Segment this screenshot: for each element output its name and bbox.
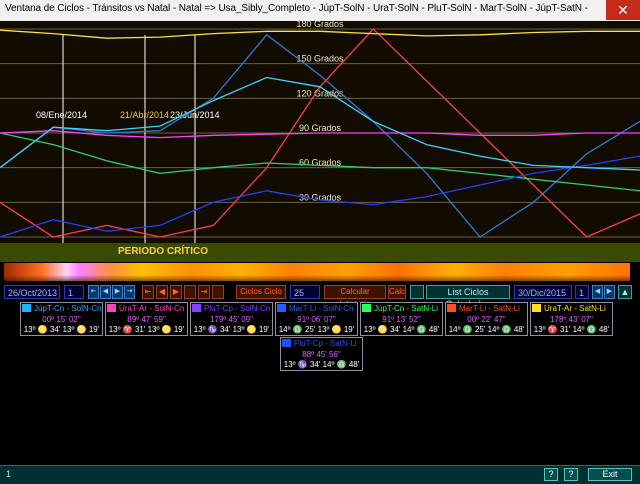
- aspect-card[interactable]: JúpT-Cn - SolN-Cn 00º 15' 02" 13º ♋ 34' 13…: [20, 302, 103, 336]
- critical-period-bar: PERIODO CRÍTICO: [0, 243, 640, 262]
- exit-button[interactable]: Exit: [588, 468, 632, 481]
- play-next-button[interactable]: ▶: [170, 285, 182, 299]
- aspect-degree: 00º 22' 47": [467, 315, 506, 324]
- series-line: [0, 33, 640, 238]
- aspect-card-header: MarT-Li - SatN-Li: [447, 304, 526, 314]
- days-field[interactable]: 25: [290, 285, 320, 299]
- ciclos-button[interactable]: Ciclos Ciclo: [236, 285, 286, 299]
- aspect-name: JúpT-Cn - SolN-Cn: [34, 304, 102, 313]
- aspect-positions: 13º ♋ 34' 14º ♎ 48': [363, 325, 440, 334]
- date-marker-label: 21/Abr/2014: [120, 110, 169, 120]
- aspect-name: PluT-Cp - SolN-Cn: [204, 304, 271, 313]
- help-button-2[interactable]: ?: [564, 468, 578, 481]
- help-button-1[interactable]: ?: [544, 468, 558, 481]
- end-prev-button[interactable]: ◀: [592, 285, 603, 299]
- aspect-color-swatch: [192, 304, 201, 312]
- title-bar: Ventana de Ciclos - Tránsitos vs Natal -…: [0, 0, 640, 22]
- aspect-positions: 13º ♈ 31' 13º ♋ 19': [108, 325, 185, 334]
- aspect-name: UraT-Ar - SolN-Cn: [119, 304, 185, 313]
- aspect-card-header: PluT-Cp - SolN-Cn: [192, 304, 271, 314]
- aspect-degree: 89º 47' 59": [127, 315, 166, 324]
- aspect-name: JúpT-Cn - SatN-Li: [374, 304, 439, 313]
- aspect-positions: 13º ♑ 34' 13º ♋ 19': [193, 325, 270, 334]
- aspect-card-header: UraT-Ar - SatN-Li: [532, 304, 611, 314]
- aspect-card[interactable]: JúpT-Cn - SatN-Li 91º 13' 52" 13º ♋ 34' 14…: [360, 302, 443, 336]
- aspect-color-swatch: [532, 304, 541, 312]
- end-date-field[interactable]: 30/Dic/2015: [514, 285, 572, 299]
- aspect-card-header: JúpT-Cn - SolN-Cn: [22, 304, 102, 314]
- aspect-card[interactable]: UraT-Ar - SatN-Li 178º 43' 07" 13º ♈ 31' 1…: [530, 302, 613, 336]
- aspect-card-header: JúpT-Cn - SatN-Li: [362, 304, 441, 314]
- aspect-name: UraT-Ar - SatN-Li: [544, 304, 606, 313]
- end-next-button[interactable]: ▶: [604, 285, 615, 299]
- aspect-card[interactable]: MarT-Li - SatN-Li 00º 22' 47" 14º ♎ 25' 14…: [445, 302, 528, 336]
- up-arrow-button[interactable]: ▲: [618, 285, 632, 299]
- aspect-positions: 14º ♎ 25' 14º ♎ 48': [448, 325, 525, 334]
- aspect-positions: 13º ♋ 34' 13º ♋ 19': [23, 325, 100, 334]
- status-text: 1: [6, 469, 12, 479]
- play-end-button[interactable]: [212, 285, 224, 299]
- list-calculated-cycles-button[interactable]: List Ciclos Calculados: [426, 285, 510, 309]
- aspect-card-header: PluT-Cp - SatN-Li: [282, 339, 361, 349]
- calculate-interval-button[interactable]: Calcular Intervalo: [324, 285, 386, 308]
- window-title: Ventana de Ciclos - Tránsitos vs Natal -…: [5, 3, 588, 14]
- toolbar: 26/Oct/2013 1 ⇤ ◀ ▶ ⇥ ⇤ ◀ ▶ ⇥ Ciclos Cic…: [0, 283, 640, 309]
- aspect-color-swatch: [277, 304, 286, 312]
- aspect-positions: 13º ♑ 34' 14º ♎ 48': [283, 360, 360, 369]
- aspect-card[interactable]: PluT-Cp - SatN-Li 88º 45' 56" 13º ♑ 34' 14…: [280, 337, 363, 371]
- y-tick-label: 90 Grados: [299, 123, 342, 133]
- series-line: [0, 29, 640, 39]
- aspect-card-header: UraT-Ar - SolN-Cn: [107, 304, 186, 314]
- date-marker-label: 08/Ene/2014: [36, 110, 87, 120]
- aspect-degree: 179º 45' 09": [210, 315, 253, 324]
- start-next-button[interactable]: ▶: [112, 285, 123, 299]
- aspect-degree: 91º 06' 07": [297, 315, 336, 324]
- end-number-field[interactable]: 1: [575, 285, 589, 299]
- aspect-name: MarT-Li - SatN-Li: [459, 304, 520, 313]
- chart-canvas: 180 Grados150 Grados120 Grados90 Grados6…: [0, 21, 640, 243]
- aspect-name: PluT-Cp - SatN-Li: [294, 339, 357, 348]
- aspect-degree: 88º 45' 56": [302, 350, 341, 359]
- play-first-button[interactable]: ⇤: [142, 285, 154, 299]
- play-last-button[interactable]: ⇥: [198, 285, 210, 299]
- start-prev-button[interactable]: ◀: [100, 285, 111, 299]
- aspect-color-swatch: [107, 304, 116, 312]
- start-last-button[interactable]: ⇥: [124, 285, 135, 299]
- start-number-field[interactable]: 1: [64, 285, 84, 299]
- aspect-positions: 13º ♈ 31' 14º ♎ 48': [533, 325, 610, 334]
- cycles-chart: 180 Grados 150 Grados 120 Grados 90 Grados 6…: [0, 21, 640, 243]
- close-button[interactable]: ✕: [606, 0, 640, 20]
- aspect-name: MarT-Li - SolN-Cn: [289, 304, 354, 313]
- calc-button[interactable]: Calc: [388, 285, 406, 299]
- play-prev-button[interactable]: ◀: [156, 285, 168, 299]
- aspect-color-swatch: [362, 304, 371, 312]
- critical-period-label: PERIODO CRÍTICO: [118, 246, 209, 257]
- aspect-cards-panel: JúpT-Cn - SolN-Cn 00º 15' 02" 13º ♋ 34' 13…: [0, 302, 640, 462]
- aspect-positions: 14º ♎ 25' 13º ♋ 19': [278, 325, 355, 334]
- status-bar: 1 ? ? Exit: [0, 465, 640, 484]
- aspect-degree: 91º 13' 52": [382, 315, 421, 324]
- aspect-degree: 178º 43' 07": [550, 315, 593, 324]
- aspect-degree: 00º 15' 02": [42, 315, 81, 324]
- aspect-card[interactable]: PluT-Cp - SolN-Cn 179º 45' 09" 13º ♑ 34' 1…: [190, 302, 273, 336]
- date-marker-label: 23/Jun/2014: [170, 110, 220, 120]
- aspect-color-swatch: [22, 304, 31, 312]
- intensity-gradient-bar: [4, 263, 630, 281]
- aspect-card[interactable]: UraT-Ar - SolN-Cn 89º 47' 59" 13º ♈ 31' 13…: [105, 302, 188, 336]
- start-date-field[interactable]: 26/Oct/2013: [4, 285, 60, 299]
- aspect-color-swatch: [282, 339, 291, 347]
- play-stop-button[interactable]: [184, 285, 196, 299]
- aspect-card[interactable]: MarT-Li - SolN-Cn 91º 06' 07" 14º ♎ 25' 13…: [275, 302, 358, 336]
- start-first-button[interactable]: ⇤: [88, 285, 99, 299]
- list-check-box[interactable]: [410, 285, 424, 299]
- aspect-card-header: MarT-Li - SolN-Cn: [277, 304, 356, 314]
- y-tick-label: 180 Grados: [296, 21, 344, 29]
- aspect-color-swatch: [447, 304, 456, 312]
